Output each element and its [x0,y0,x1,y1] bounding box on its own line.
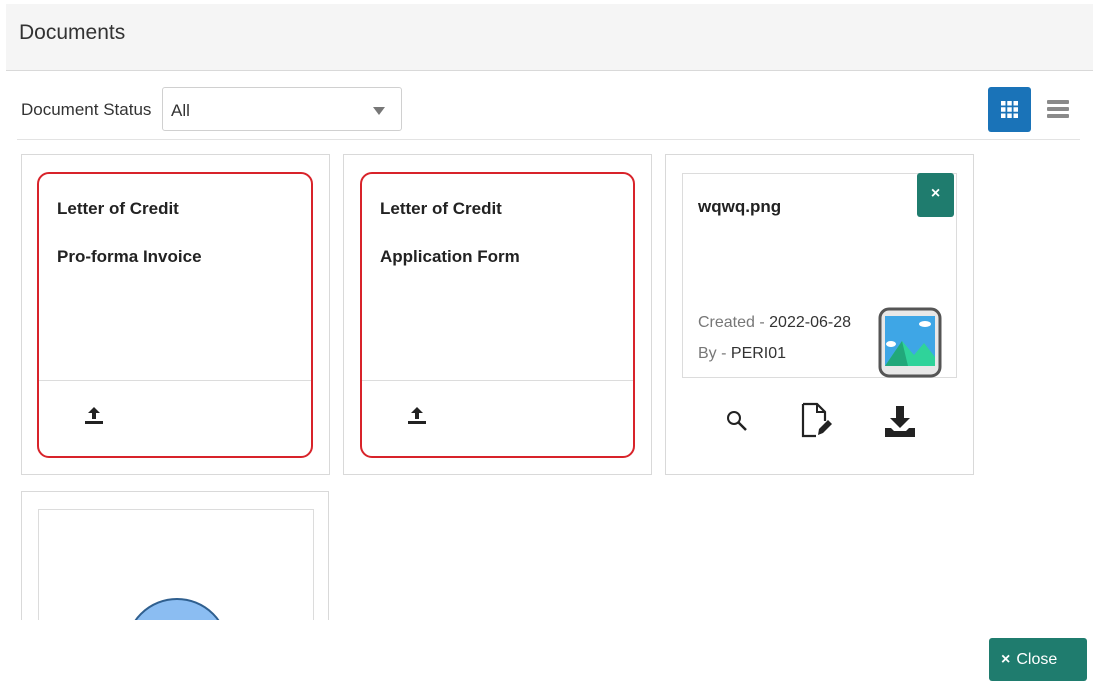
remove-file-button[interactable]: × [917,173,954,217]
close-button[interactable]: × Close [989,638,1087,681]
created-date: 2022-06-28 [769,314,851,331]
created-by-info: By - PERI01 [698,345,786,363]
header-bar: Documents [6,4,1093,71]
document-status-select[interactable]: All [162,87,402,131]
list-icon [1047,100,1069,118]
document-type: Letter of Credit [57,199,179,218]
required-document-1: Letter of Credit Pro-forma Invoice [37,172,313,458]
close-icon: × [1001,651,1011,668]
by-label: By - [698,345,731,362]
upload-icon[interactable] [83,405,105,427]
created-label: Created - [698,314,770,331]
upload-icon[interactable] [406,405,428,427]
document-name: Pro-forma Invoice [57,247,202,266]
file-preview-panel [38,509,314,632]
search-icon[interactable] [725,409,749,433]
download-icon[interactable] [883,404,917,438]
card-divider [39,380,311,381]
image-file-icon [878,307,942,378]
card-divider [362,380,633,381]
list-view-button[interactable] [1043,96,1073,124]
file-preview-panel: wqwq.png × Created - 2022-06-28 By - PER… [682,173,957,378]
document-status-value: All [171,101,190,120]
document-status-label: Document Status [21,100,152,119]
page-title: Documents [19,21,126,44]
file-name: wqwq.png [698,197,782,216]
required-document-2: Letter of Credit Application Form [360,172,635,458]
grid-icon [1001,101,1018,118]
document-name: Application Form [380,247,520,266]
grid-view-button[interactable] [988,87,1031,132]
edit-document-icon[interactable] [800,402,832,438]
created-info: Created - 2022-06-28 [698,314,851,332]
created-by-user: PERI01 [730,345,787,362]
document-type: Letter of Credit [380,199,502,218]
toolbar-divider [17,139,1080,140]
footer-bar [0,620,1094,681]
document-card-4 [21,491,329,632]
caret-down-icon [373,107,385,115]
close-label: Close [1016,651,1058,668]
